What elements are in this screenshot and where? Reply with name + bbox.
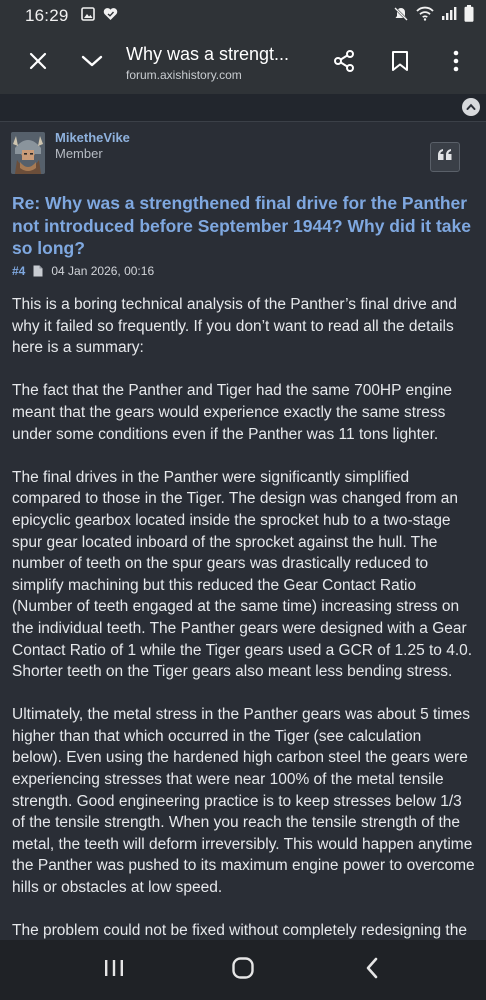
collapse-button[interactable] xyxy=(64,35,120,91)
post-author-row: MiketheVike Member xyxy=(11,128,475,178)
author-name[interactable]: MiketheVike xyxy=(55,130,130,145)
post-body: This is a boring technical analysis of t… xyxy=(12,294,475,940)
post-date: 04 Jan 2026, 00:16 xyxy=(51,264,155,278)
signal-icon xyxy=(441,6,457,26)
more-options-button[interactable] xyxy=(428,35,484,91)
back-button[interactable] xyxy=(342,945,402,995)
scroll-to-top-button[interactable] xyxy=(462,98,480,116)
bookmark-icon xyxy=(391,50,409,77)
page-header-strip xyxy=(0,94,486,122)
quote-button[interactable] xyxy=(430,142,460,172)
page-title: Why was a strengt... xyxy=(126,44,290,64)
status-bar: 16:29 xyxy=(0,0,486,32)
status-time: 16:29 xyxy=(25,6,69,25)
post-paragraph: This is a boring technical analysis of t… xyxy=(12,296,457,357)
document-icon xyxy=(33,265,43,277)
post-paragraph: The fact that the Panther and Tiger had … xyxy=(12,382,453,443)
close-icon xyxy=(28,51,48,76)
forum-post: MiketheVike Member Re: Why was a strengt… xyxy=(0,122,486,940)
post-paragraph: Ultimately, the metal stress in the Pant… xyxy=(12,706,475,897)
image-icon xyxy=(80,6,95,26)
page-title-area[interactable]: Why was a strengt... forum.axishistory.c… xyxy=(120,44,316,82)
chevron-up-icon xyxy=(466,98,476,116)
recent-apps-button[interactable] xyxy=(84,945,144,995)
avatar[interactable] xyxy=(11,132,45,174)
home-button[interactable] xyxy=(213,945,273,995)
share-icon xyxy=(332,49,356,78)
battery-icon xyxy=(464,5,474,27)
home-icon xyxy=(231,956,255,985)
wifi-icon xyxy=(416,6,434,26)
close-button[interactable] xyxy=(10,35,66,91)
post-paragraph: The final drives in the Panther were sig… xyxy=(12,468,473,681)
system-navigation-bar xyxy=(0,940,486,1000)
page-url: forum.axishistory.com xyxy=(126,68,242,82)
bookmark-button[interactable] xyxy=(372,35,428,91)
share-button[interactable] xyxy=(316,35,372,91)
author-rank: Member xyxy=(55,146,103,161)
heart-icon xyxy=(103,7,118,26)
quote-icon xyxy=(437,148,453,166)
post-title[interactable]: Re: Why was a strengthened final drive f… xyxy=(12,192,472,260)
post-paragraph: The problem could not be fixed without c… xyxy=(12,922,467,940)
back-icon xyxy=(365,957,379,984)
browser-toolbar: Why was a strengt... forum.axishistory.c… xyxy=(0,32,486,94)
mute-icon xyxy=(393,6,409,27)
chevron-down-icon xyxy=(81,54,103,73)
post-meta: #4 04 Jan 2026, 00:16 xyxy=(12,264,154,278)
post-number-link[interactable]: #4 xyxy=(12,264,25,278)
more-vert-icon xyxy=(453,50,459,77)
recent-apps-icon xyxy=(104,959,124,982)
